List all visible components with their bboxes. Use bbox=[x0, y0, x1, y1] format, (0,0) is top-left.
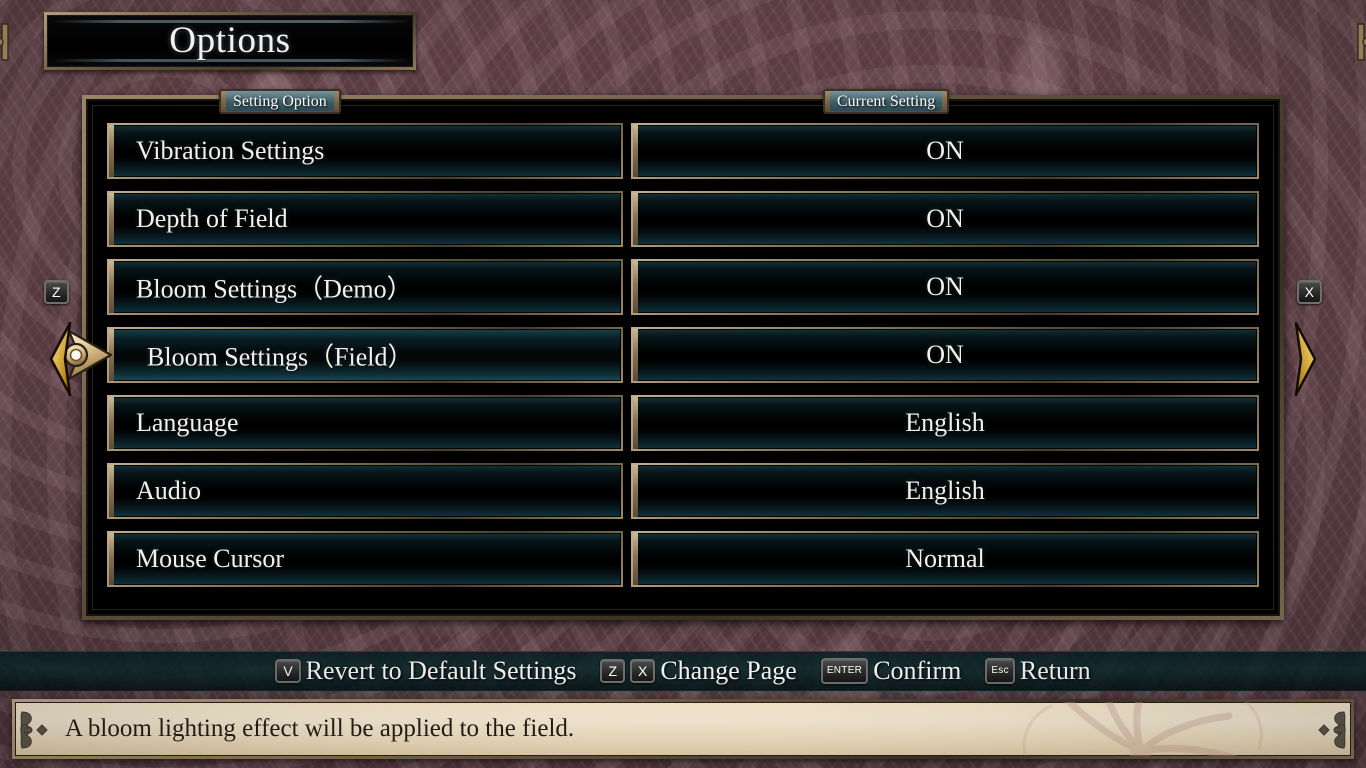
scroll-ornament-left-icon bbox=[20, 711, 48, 749]
option-value-cell[interactable]: English bbox=[631, 394, 1259, 451]
option-label-cell[interactable]: Bloom Settings（Field） bbox=[107, 326, 623, 383]
page-prev-keycap: Z bbox=[44, 280, 69, 304]
option-row-bloom-settings-demo[interactable]: Bloom Settings（Demo） ON bbox=[107, 256, 1259, 317]
description-bar: A bloom lighting effect will be applied … bbox=[12, 699, 1354, 759]
hint-label-return: Return bbox=[1019, 656, 1091, 685]
option-label-cell[interactable]: Vibration Settings bbox=[107, 122, 623, 179]
options-panel: Setting Option Current Setting Vibration… bbox=[63, 89, 1284, 620]
option-value-cell[interactable]: ON bbox=[631, 190, 1259, 247]
option-label-cell[interactable]: Language bbox=[107, 394, 623, 451]
option-value-cell[interactable]: ON bbox=[631, 258, 1259, 315]
option-label-cell[interactable]: Bloom Settings（Demo） bbox=[107, 258, 623, 315]
option-value: ON bbox=[926, 271, 964, 301]
column-header-setting-option: Setting Option bbox=[219, 89, 341, 114]
hint-revert-to-default[interactable]: V Revert to Default Settings bbox=[275, 656, 576, 686]
option-value: ON bbox=[926, 203, 964, 233]
option-row-vibration-settings[interactable]: Vibration Settings ON bbox=[107, 120, 1259, 181]
option-label: Language bbox=[136, 407, 239, 437]
option-label-cell[interactable]: Mouse Cursor bbox=[107, 530, 623, 587]
option-value-cell[interactable]: English bbox=[631, 462, 1259, 519]
option-value: Normal bbox=[905, 543, 985, 573]
option-label: Bloom Settings（Field） bbox=[147, 342, 414, 371]
hint-confirm[interactable]: ENTER Confirm bbox=[820, 656, 962, 686]
option-row-audio[interactable]: Audio English bbox=[107, 460, 1259, 521]
option-label: Vibration Settings bbox=[136, 135, 325, 165]
options-list: Vibration Settings ON Depth of Field ON bbox=[63, 120, 1259, 589]
option-value-cell[interactable]: Normal bbox=[631, 530, 1259, 587]
option-value: English bbox=[905, 407, 985, 437]
option-label-cell[interactable]: Depth of Field bbox=[107, 190, 623, 247]
flower-watermark-icon bbox=[1022, 702, 1263, 756]
option-label-cell[interactable]: Audio bbox=[107, 462, 623, 519]
option-label: Audio bbox=[136, 475, 201, 505]
hint-key-esc: Esc bbox=[985, 658, 1015, 684]
control-hint-bar: V Revert to Default Settings Z X Change … bbox=[0, 651, 1366, 691]
column-header-setting-option-label: Setting Option bbox=[226, 92, 334, 111]
hint-label-confirm: Confirm bbox=[873, 656, 962, 685]
option-row-language[interactable]: Language English bbox=[107, 392, 1259, 453]
chevron-left-icon[interactable] bbox=[44, 320, 78, 398]
description-text: A bloom lighting effect will be applied … bbox=[65, 715, 575, 742]
hint-key-z: Z bbox=[600, 659, 625, 683]
title-banner: Options bbox=[44, 12, 416, 70]
option-row-bloom-settings-field[interactable]: Bloom Settings（Field） ON bbox=[63, 324, 1259, 385]
option-value: ON bbox=[926, 135, 964, 165]
option-label: Mouse Cursor bbox=[136, 543, 285, 573]
option-value: ON bbox=[926, 339, 964, 369]
page-next-key-label: X bbox=[1296, 280, 1322, 304]
option-label: Bloom Settings（Demo） bbox=[136, 274, 413, 303]
column-header-current-setting-label: Current Setting bbox=[830, 92, 943, 111]
hint-key-x: X bbox=[630, 659, 656, 683]
option-value: English bbox=[905, 475, 985, 505]
option-row-depth-of-field[interactable]: Depth of Field ON bbox=[107, 188, 1259, 249]
column-header-current-setting: Current Setting bbox=[823, 89, 950, 114]
chevron-right-icon[interactable] bbox=[1288, 320, 1322, 398]
option-row-mouse-cursor[interactable]: Mouse Cursor Normal bbox=[107, 528, 1259, 589]
hint-label-revert: Revert to Default Settings bbox=[305, 656, 577, 685]
game-options-screen: Options Setting Option Current Setting V… bbox=[0, 0, 1366, 768]
page-next-keycap: X bbox=[1296, 280, 1322, 304]
option-value-cell[interactable]: ON bbox=[631, 326, 1259, 383]
option-value-cell[interactable]: ON bbox=[631, 122, 1259, 179]
scroll-ornament-right-icon bbox=[1318, 711, 1346, 749]
hint-return[interactable]: Esc Return bbox=[985, 656, 1091, 686]
page-prev-key-label: Z bbox=[44, 280, 69, 304]
option-label: Depth of Field bbox=[136, 203, 288, 233]
options-panel-inner: Vibration Settings ON Depth of Field ON bbox=[63, 105, 1274, 610]
hint-label-change-page: Change Page bbox=[660, 656, 797, 685]
hint-key-v: V bbox=[275, 659, 301, 683]
hint-change-page[interactable]: Z X Change Page bbox=[600, 656, 797, 686]
page-title: Options bbox=[169, 20, 291, 61]
hint-key-enter: ENTER bbox=[820, 658, 869, 684]
